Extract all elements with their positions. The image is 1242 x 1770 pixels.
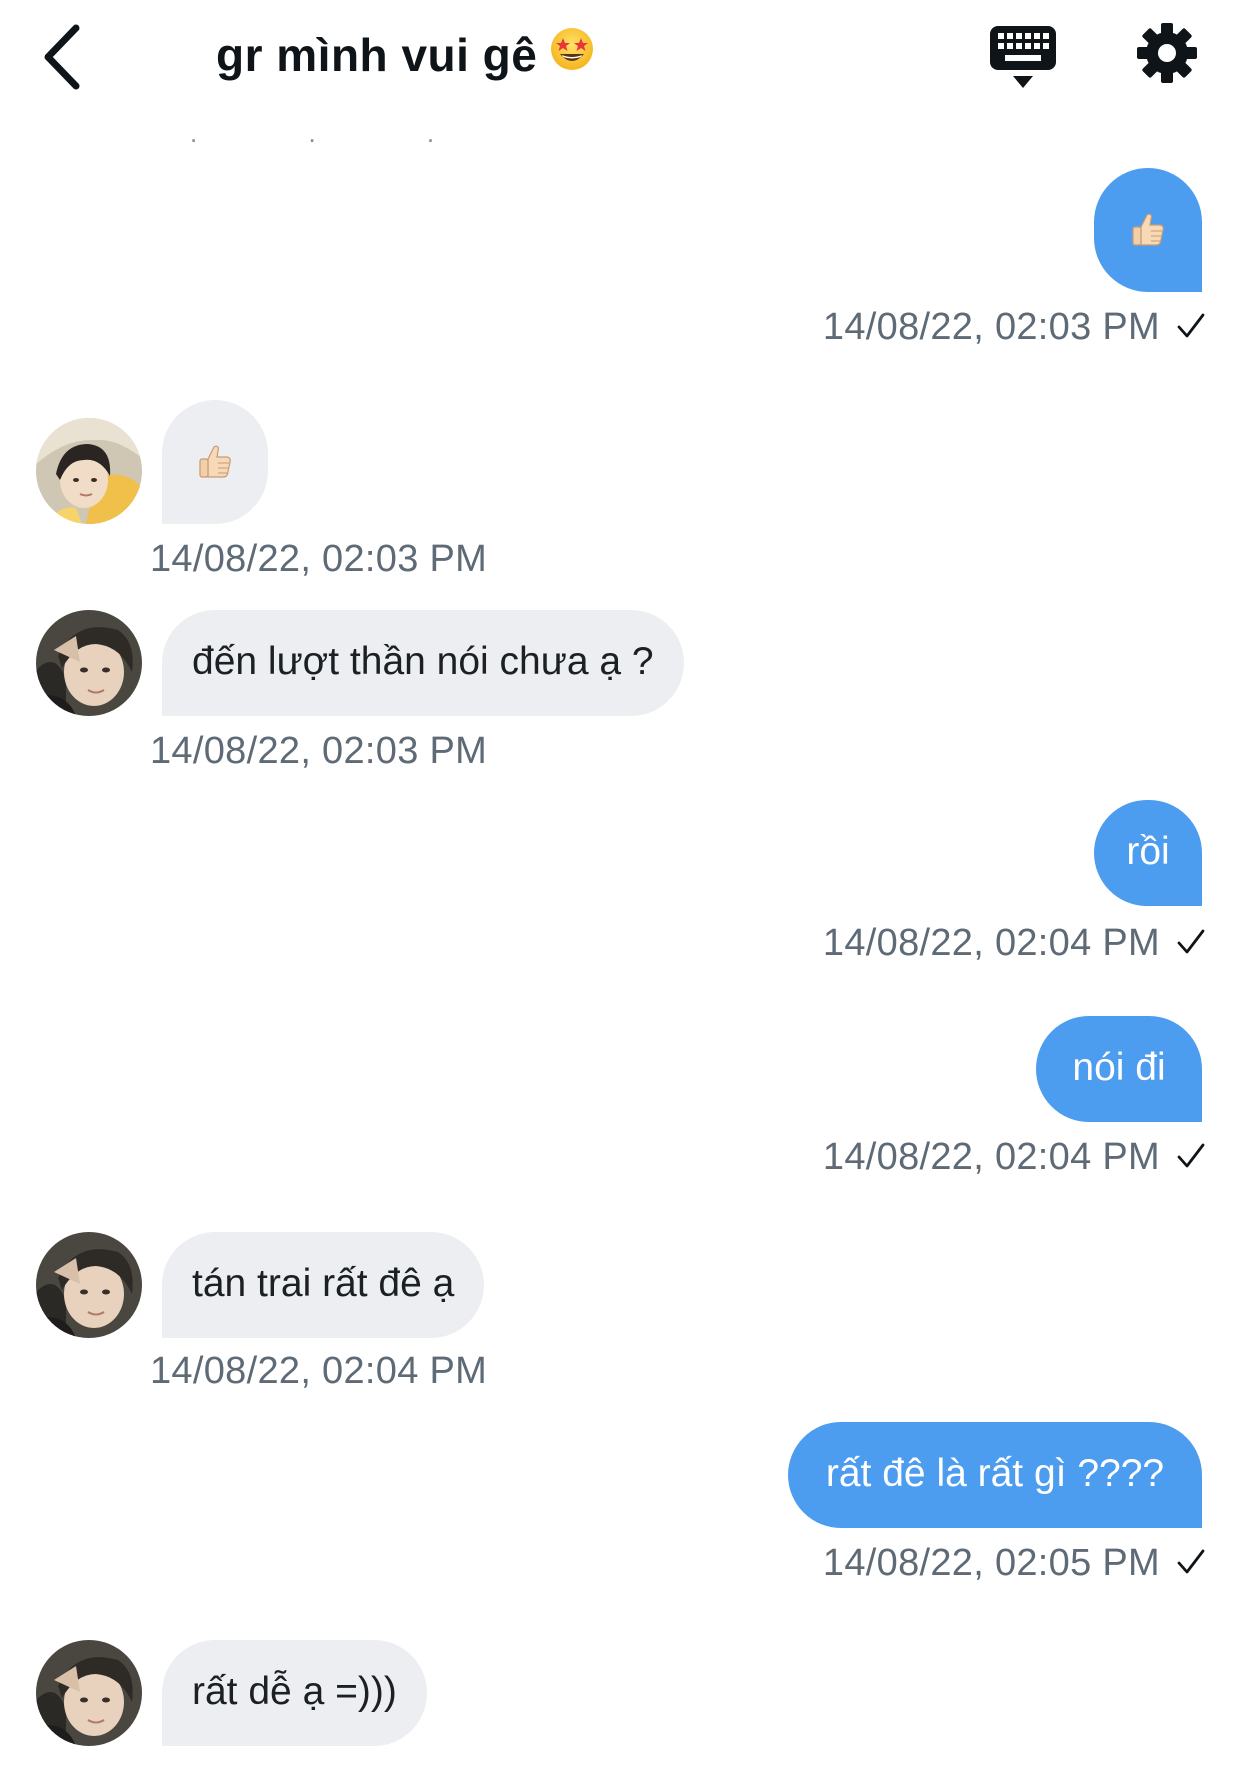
- message-timestamp: 14/08/22, 02:04 PM: [760, 922, 1206, 965]
- message-timestamp: 14/08/22, 02:04 PM: [760, 1136, 1206, 1179]
- timestamp-text: 14/08/22, 02:04 PM: [822, 1136, 1160, 1178]
- message-text: nói đi: [1072, 1046, 1166, 1089]
- timestamp-text: 14/08/22, 02:03 PM: [150, 538, 488, 580]
- checkmark-icon: [1176, 928, 1206, 956]
- message-bubble-outgoing[interactable]: nói đi: [1036, 1016, 1202, 1122]
- checkmark-icon: [1176, 1548, 1206, 1576]
- timestamp-text: 14/08/22, 02:03 PM: [150, 730, 488, 772]
- message-text: rất dễ ạ =))): [192, 1670, 397, 1713]
- avatar[interactable]: [36, 418, 142, 524]
- typing-indicator: . . .: [190, 118, 487, 148]
- message-text: đến lượt thần nói chưa ạ ?: [192, 640, 654, 683]
- message-text: tán trai rất đê ạ: [192, 1262, 455, 1305]
- message-bubble-outgoing[interactable]: [1094, 168, 1202, 292]
- avatar-member-a: [36, 418, 142, 524]
- message-bubble-incoming[interactable]: [162, 400, 268, 524]
- thumbs-up-emoji-icon: [195, 442, 235, 482]
- message-timestamp: 14/08/22, 02:03 PM: [150, 538, 487, 581]
- message-text: rất đê là rất gì ????: [825, 1452, 1165, 1495]
- message-bubble-outgoing[interactable]: rất đê là rất gì ????: [788, 1422, 1202, 1528]
- keyboard-icon: [990, 26, 1056, 88]
- message-bubble-outgoing[interactable]: rồi: [1094, 800, 1202, 906]
- chat-header: gr mình vui gê: [0, 0, 1242, 120]
- message-timestamp: 14/08/22, 02:05 PM: [760, 1542, 1206, 1585]
- avatar[interactable]: [36, 1640, 142, 1746]
- chat-title[interactable]: gr mình vui gê: [216, 28, 595, 83]
- message-bubble-incoming[interactable]: tán trai rất đê ạ: [162, 1232, 485, 1338]
- back-button[interactable]: [40, 22, 90, 92]
- checkmark-icon: [1176, 1142, 1206, 1170]
- avatar-member-b: [36, 1232, 142, 1338]
- star-struck-emoji-icon: [549, 26, 595, 83]
- message-timestamp: 14/08/22, 02:04 PM: [150, 1350, 487, 1393]
- avatar-member-b: [36, 610, 142, 716]
- timestamp-text: 14/08/22, 02:03 PM: [822, 306, 1160, 348]
- chevron-left-icon: [44, 24, 80, 90]
- message-bubble-incoming[interactable]: đến lượt thần nói chưa ạ ?: [162, 610, 684, 716]
- keyboard-button[interactable]: [988, 22, 1058, 90]
- message-timestamp: 14/08/22, 02:03 PM: [150, 730, 487, 773]
- settings-button[interactable]: [1136, 22, 1198, 84]
- avatar[interactable]: [36, 1232, 142, 1338]
- message-timestamp: 14/08/22, 02:03 PM: [760, 306, 1206, 349]
- timestamp-text: 14/08/22, 02:04 PM: [150, 1350, 488, 1392]
- timestamp-text: 14/08/22, 02:05 PM: [822, 1542, 1160, 1584]
- avatar[interactable]: [36, 610, 142, 716]
- avatar-member-b: [36, 1640, 142, 1746]
- checkmark-icon: [1176, 312, 1206, 340]
- gear-icon: [1137, 23, 1197, 83]
- message-text: rồi: [1126, 830, 1170, 873]
- chat-title-text: gr mình vui gê: [216, 29, 538, 81]
- thumbs-up-emoji-icon: [1128, 210, 1168, 250]
- timestamp-text: 14/08/22, 02:04 PM: [822, 922, 1160, 964]
- message-bubble-incoming[interactable]: rất dễ ạ =))): [162, 1640, 427, 1746]
